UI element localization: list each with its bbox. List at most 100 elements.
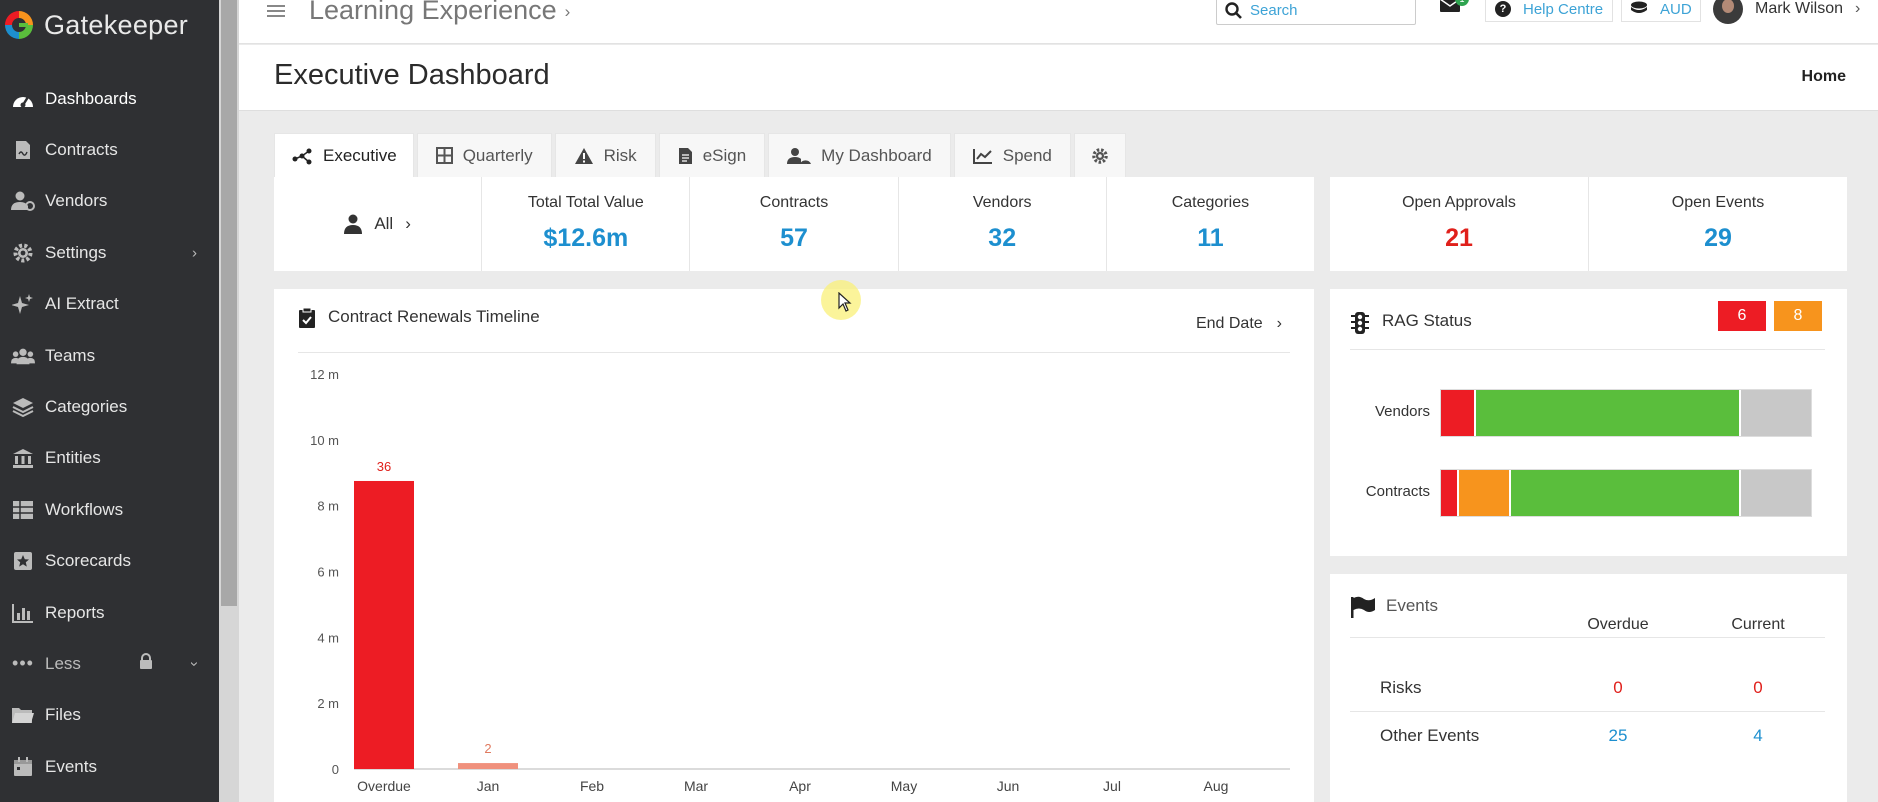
hamburger-menu-icon[interactable] bbox=[267, 2, 285, 20]
contract-icon bbox=[11, 139, 35, 161]
rag-segment-grey[interactable] bbox=[1740, 470, 1811, 516]
rag-segment-amber[interactable] bbox=[1458, 470, 1512, 516]
sidebar-item-teams[interactable]: Teams bbox=[0, 330, 219, 381]
sidebar-item-label: Vendors bbox=[45, 191, 108, 211]
sidebar-item-label: AI Extract bbox=[45, 294, 119, 314]
folder-icon bbox=[11, 704, 35, 726]
sidebar-item-label: Settings bbox=[45, 242, 107, 262]
rag-row-label: Vendors bbox=[1374, 403, 1430, 420]
x-tick-label: Jul bbox=[1103, 778, 1121, 794]
sidebar-item-label: Scorecards bbox=[45, 551, 131, 571]
y-tick-label: 4 m bbox=[317, 630, 339, 645]
x-tick-label: Jun bbox=[997, 778, 1020, 794]
kpi-contracts[interactable]: Contracts 57 bbox=[690, 177, 899, 271]
y-tick-label: 0 bbox=[332, 762, 339, 777]
rag-bar-vendors[interactable] bbox=[1440, 389, 1812, 437]
sidebar-item-files[interactable]: Files bbox=[0, 690, 219, 741]
kpi-value: 32 bbox=[988, 224, 1017, 252]
tab-label: Risk bbox=[603, 145, 637, 165]
search-box[interactable] bbox=[1216, 0, 1416, 25]
star-card-icon bbox=[11, 550, 35, 572]
kpi-value: 57 bbox=[780, 224, 808, 252]
search-icon bbox=[1225, 2, 1242, 19]
bar[interactable] bbox=[354, 480, 414, 769]
tab-executive[interactable]: Executive bbox=[274, 133, 414, 177]
sidebar-item-less[interactable]: ••• Less › bbox=[0, 638, 219, 689]
sidebar-item-scorecards[interactable]: Scorecards bbox=[0, 536, 219, 587]
breadcrumb-home[interactable]: Home bbox=[1802, 68, 1846, 86]
kpi-open-events[interactable]: Open Events 29 bbox=[1589, 177, 1847, 271]
rag-segment-green[interactable] bbox=[1511, 470, 1741, 516]
events-row-other[interactable]: Other Events 25 4 bbox=[1350, 712, 1825, 760]
sidebar-item-ai-extract[interactable]: AI Extract bbox=[0, 279, 219, 330]
sidebar-item-label: Reports bbox=[45, 602, 105, 622]
rag-status-panel: RAG Status 6 8 Vendors Contracts bbox=[1330, 289, 1847, 556]
tab-settings[interactable] bbox=[1073, 133, 1126, 177]
owner-filter-label: All bbox=[374, 214, 394, 233]
sparkle-icon bbox=[11, 293, 35, 315]
sidebar-item-label: Dashboards bbox=[45, 88, 137, 108]
sidebar-item-label: Less bbox=[45, 653, 81, 673]
tab-quarterly[interactable]: Quarterly bbox=[416, 133, 552, 177]
sidebar-item-categories[interactable]: Categories bbox=[0, 381, 219, 432]
kpi-total-value[interactable]: Total Total Value $12.6m bbox=[482, 177, 691, 271]
bar-chart-icon bbox=[11, 602, 35, 624]
sidebar-item-workflows[interactable]: Workflows bbox=[0, 484, 219, 535]
avatar bbox=[1713, 0, 1743, 24]
rag-segment-red[interactable] bbox=[1441, 390, 1476, 436]
sidebar-item-entities[interactable]: Entities bbox=[0, 433, 219, 484]
sidebar-item-reports[interactable]: Reports bbox=[0, 587, 219, 638]
events-col-overdue: Overdue bbox=[1587, 616, 1649, 633]
kpi-label: Total Total Value bbox=[527, 194, 644, 211]
y-tick-label: 8 m bbox=[317, 499, 339, 514]
rag-segment-red[interactable] bbox=[1441, 470, 1459, 516]
sidebar-scrollbar-thumb[interactable] bbox=[221, 0, 237, 606]
sidebar-item-events[interactable]: Events bbox=[0, 741, 219, 792]
rag-segment-grey[interactable] bbox=[1741, 390, 1811, 436]
chevron-right-icon: › bbox=[192, 244, 197, 262]
rag-amber-count-badge[interactable]: 8 bbox=[1774, 301, 1822, 331]
search-input[interactable] bbox=[1250, 2, 1400, 19]
help-centre-button[interactable]: ? Help Centre bbox=[1485, 0, 1614, 22]
data-label: 2 bbox=[484, 741, 491, 756]
kpi-open-approvals[interactable]: Open Approvals 21 bbox=[1330, 177, 1589, 271]
y-tick-label: 6 m bbox=[317, 565, 339, 580]
user-menu[interactable]: Mark Wilson › bbox=[1713, 0, 1860, 24]
sidebar-item-settings[interactable]: Settings › bbox=[0, 227, 219, 278]
sidebar-item-vendors[interactable]: Vendors bbox=[0, 176, 219, 227]
rag-segment-green[interactable] bbox=[1475, 390, 1742, 436]
events-row-risks[interactable]: Risks 0 0 bbox=[1350, 664, 1825, 712]
rag-bar-contracts[interactable] bbox=[1440, 469, 1812, 517]
x-tick-label: Overdue bbox=[357, 778, 411, 794]
kpi-vendors[interactable]: Vendors 32 bbox=[899, 177, 1107, 271]
document-icon bbox=[678, 147, 692, 164]
event-current-count[interactable]: 4 bbox=[1708, 726, 1808, 746]
tab-risk[interactable]: Risk bbox=[554, 133, 656, 177]
kpi-value: 11 bbox=[1197, 224, 1224, 252]
brand[interactable]: Gatekeeper bbox=[0, 0, 188, 50]
nodes-icon bbox=[292, 148, 312, 164]
app-switcher[interactable]: Learning Experience › bbox=[309, 0, 570, 26]
event-name: Other Events bbox=[1380, 726, 1480, 745]
kpi-label: Contracts bbox=[759, 194, 829, 211]
sidebar-item-label: Contracts bbox=[45, 140, 118, 160]
event-overdue-count[interactable]: 25 bbox=[1568, 726, 1668, 746]
events-panel: Events Overdue Current Risks 0 0 Other E… bbox=[1330, 574, 1847, 802]
sidebar-item-contracts[interactable]: Contracts bbox=[0, 124, 219, 175]
bar[interactable] bbox=[458, 763, 518, 769]
kpi-categories[interactable]: Categories 11 bbox=[1107, 177, 1314, 271]
event-current-count[interactable]: 0 bbox=[1708, 678, 1808, 698]
owner-filter[interactable]: All › bbox=[274, 177, 483, 271]
tab-spend[interactable]: Spend bbox=[953, 133, 1071, 177]
rag-red-count-badge[interactable]: 6 bbox=[1718, 301, 1766, 331]
currency-button[interactable]: AUD bbox=[1621, 0, 1701, 22]
renewals-bar-chart: 0 2 m 4 m 6 m 8 m 10 m 12 m Overdue 36 Jan 2 Feb Mar… bbox=[310, 367, 1290, 794]
tab-my-dashboard[interactable]: My Dashboard bbox=[768, 133, 951, 177]
kpi-label: Open Approvals bbox=[1402, 194, 1516, 211]
kpi-value: 21 bbox=[1445, 224, 1473, 252]
sidebar-item-dashboards[interactable]: Dashboards bbox=[0, 73, 219, 124]
event-overdue-count[interactable]: 0 bbox=[1568, 678, 1668, 698]
tab-esign[interactable]: eSign bbox=[658, 133, 766, 177]
sidebar-scrollbar[interactable] bbox=[219, 0, 239, 802]
kpi-label: Categories bbox=[1171, 194, 1250, 211]
